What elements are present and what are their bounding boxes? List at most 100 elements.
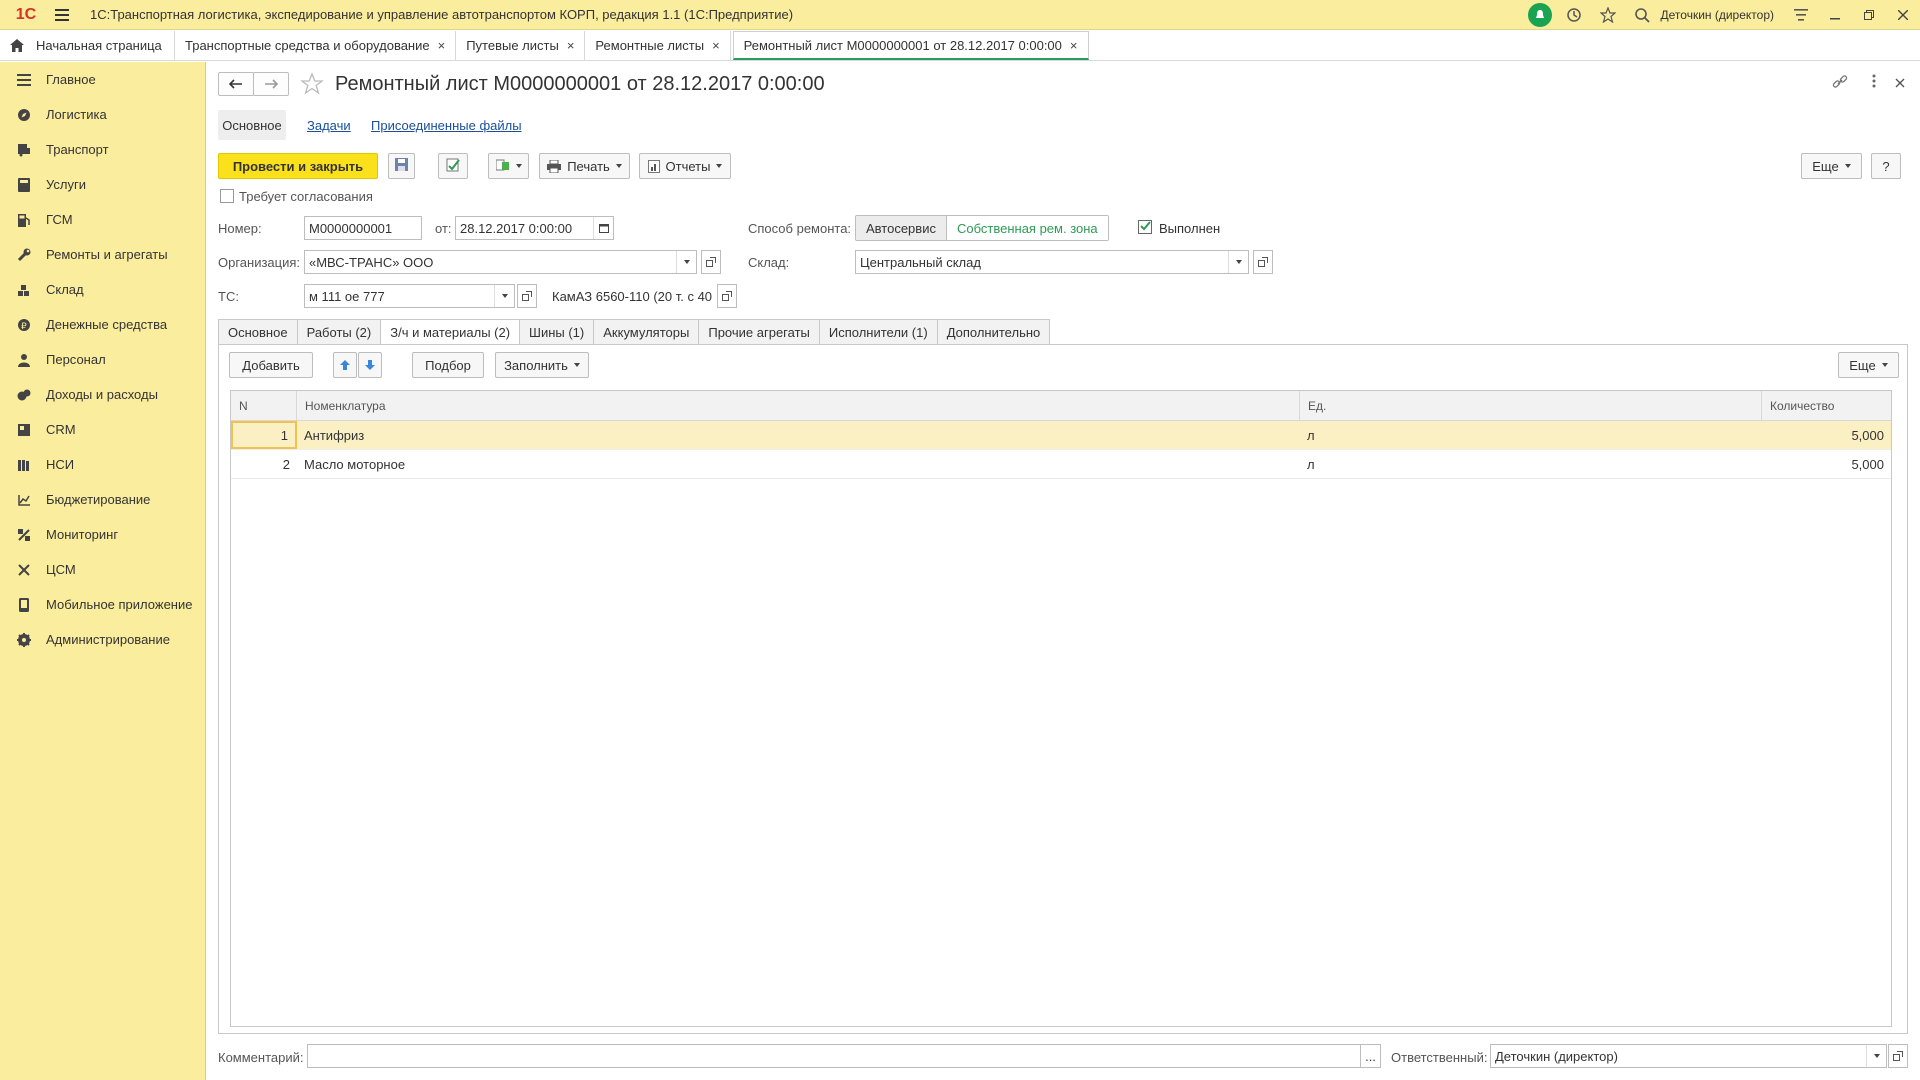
- column-header-quantity[interactable]: Количество: [1762, 391, 1891, 420]
- settings-list-icon[interactable]: [1784, 0, 1818, 30]
- forward-button[interactable]: [253, 72, 289, 96]
- close-window-icon[interactable]: [1886, 0, 1920, 30]
- column-header-unit[interactable]: Ед.: [1300, 391, 1762, 420]
- page-tab-executors[interactable]: Исполнители (1): [819, 319, 938, 345]
- page-tab-batteries[interactable]: Аккумуляторы: [594, 319, 700, 345]
- sidebar-item-mobile-app[interactable]: Мобильное приложение: [0, 587, 205, 622]
- user-name[interactable]: Деточкин (директор): [1661, 8, 1774, 22]
- tab-home[interactable]: Начальная страница: [0, 31, 175, 60]
- tab-repair-sheets[interactable]: Ремонтные листы ×: [585, 31, 731, 60]
- tab-vehicles[interactable]: Транспортные средства и оборудование ×: [175, 31, 457, 60]
- sidebar-item-administration[interactable]: Администрирование: [0, 622, 205, 657]
- open-vehicle-model-icon[interactable]: [717, 284, 737, 308]
- open-vehicle-icon[interactable]: [517, 284, 537, 308]
- pick-button[interactable]: Подбор: [412, 352, 484, 378]
- close-tab-icon[interactable]: ×: [567, 38, 575, 53]
- page-tab-tires[interactable]: Шины (1): [520, 319, 595, 345]
- subtab-main[interactable]: Основное: [218, 110, 286, 140]
- row-nomenclature[interactable]: Антифриз: [297, 421, 1300, 449]
- chevron-down-icon[interactable]: [1228, 251, 1248, 273]
- chevron-down-icon[interactable]: [494, 285, 514, 307]
- sidebar-item-personnel[interactable]: Персонал: [0, 342, 205, 377]
- page-tab-parts-materials[interactable]: З/ч и материалы (2): [381, 319, 521, 345]
- column-header-n[interactable]: N: [231, 391, 297, 420]
- row-quantity[interactable]: 5,000: [1762, 421, 1891, 449]
- create-based-on-button[interactable]: [488, 153, 529, 179]
- sidebar-item-csm[interactable]: ЦСМ: [0, 552, 205, 587]
- reports-button[interactable]: Отчеты: [639, 153, 731, 179]
- more-button[interactable]: Еще: [1801, 153, 1862, 179]
- minimize-icon[interactable]: [1818, 0, 1852, 30]
- print-button[interactable]: Печать: [539, 153, 630, 179]
- search-icon[interactable]: [1625, 0, 1659, 30]
- row-unit[interactable]: л: [1300, 450, 1762, 478]
- open-responsible-icon[interactable]: [1888, 1044, 1908, 1068]
- open-organization-icon[interactable]: [701, 250, 721, 274]
- sidebar-item-logistics[interactable]: Логистика: [0, 97, 205, 132]
- restore-icon[interactable]: [1852, 0, 1886, 30]
- repair-method-switch[interactable]: Автосервис Собственная рем. зона: [855, 215, 1109, 241]
- sidebar-item-budgeting[interactable]: Бюджетирование: [0, 482, 205, 517]
- sidebar-item-services[interactable]: Услуги: [0, 167, 205, 202]
- sidebar-item-crm[interactable]: CRM: [0, 412, 205, 447]
- row-number[interactable]: 1: [231, 421, 297, 449]
- chevron-down-icon[interactable]: [676, 251, 696, 273]
- post-and-close-button[interactable]: Провести и закрыть: [218, 153, 378, 179]
- sidebar-item-monitoring[interactable]: Мониторинг: [0, 517, 205, 552]
- comment-field[interactable]: [307, 1044, 1369, 1068]
- sidebar-item-warehouse[interactable]: Склад: [0, 272, 205, 307]
- table-row[interactable]: 2 Масло моторное л 5,000: [231, 450, 1891, 479]
- calendar-icon[interactable]: [593, 217, 613, 239]
- add-row-button[interactable]: Добавить: [229, 352, 313, 378]
- organization-field[interactable]: «МВС-ТРАНС» ООО: [304, 250, 697, 274]
- sidebar-item-nsi[interactable]: НСИ: [0, 447, 205, 482]
- table-more-button[interactable]: Еще: [1838, 352, 1899, 378]
- close-tab-icon[interactable]: ×: [1070, 38, 1078, 53]
- done-checkbox[interactable]: [1138, 220, 1152, 234]
- row-quantity[interactable]: 5,000: [1762, 450, 1891, 478]
- tab-waybills[interactable]: Путевые листы ×: [456, 31, 586, 60]
- sidebar-item-transport[interactable]: Транспорт: [0, 132, 205, 167]
- move-up-button[interactable]: [333, 352, 357, 378]
- favorites-star-icon[interactable]: [1591, 0, 1625, 30]
- back-button[interactable]: [218, 72, 254, 96]
- repair-method-own-zone[interactable]: Собственная рем. зона: [946, 216, 1108, 240]
- sidebar-item-repairs[interactable]: Ремонты и агрегаты: [0, 237, 205, 272]
- sidebar-item-money[interactable]: ₽ Денежные средства: [0, 307, 205, 342]
- tab-repair-sheet-doc[interactable]: Ремонтный лист М0000000001 от 28.12.2017…: [732, 31, 1089, 60]
- sidebar-item-main[interactable]: Главное: [0, 62, 205, 97]
- number-field[interactable]: М0000000001: [304, 216, 422, 240]
- date-field[interactable]: 28.12.2017 0:00:00: [455, 216, 614, 240]
- sidebar-item-income-expenses[interactable]: Доходы и расходы: [0, 377, 205, 412]
- requires-approval-checkbox[interactable]: [220, 189, 234, 203]
- help-button[interactable]: ?: [1871, 153, 1901, 179]
- post-button[interactable]: [438, 153, 468, 179]
- favorite-star-icon[interactable]: [300, 72, 324, 99]
- repair-method-autoservice[interactable]: Автосервис: [856, 216, 947, 240]
- close-tab-icon[interactable]: ×: [438, 38, 446, 53]
- row-nomenclature[interactable]: Масло моторное: [297, 450, 1300, 478]
- table-row[interactable]: 1 Антифриз л 5,000: [231, 421, 1891, 450]
- save-button[interactable]: [388, 153, 415, 179]
- chevron-down-icon[interactable]: [1866, 1045, 1886, 1067]
- more-actions-icon[interactable]: [1872, 74, 1876, 91]
- history-icon[interactable]: [1557, 0, 1591, 30]
- open-warehouse-icon[interactable]: [1253, 250, 1273, 274]
- page-tab-other-units[interactable]: Прочие агрегаты: [699, 319, 820, 345]
- comment-expand-button[interactable]: ...: [1360, 1044, 1381, 1068]
- close-tab-icon[interactable]: ×: [712, 38, 720, 53]
- page-tab-works[interactable]: Работы (2): [297, 319, 382, 345]
- link-icon[interactable]: [1832, 74, 1848, 93]
- close-form-icon[interactable]: [1895, 76, 1905, 91]
- warehouse-field[interactable]: Центральный склад: [855, 250, 1249, 274]
- vehicle-field[interactable]: м 111 ое 777: [304, 284, 515, 308]
- sidebar-item-fuel[interactable]: ГСМ: [0, 202, 205, 237]
- row-number[interactable]: 2: [231, 450, 297, 478]
- responsible-field[interactable]: Деточкин (директор): [1490, 1044, 1887, 1068]
- notifications-icon[interactable]: [1523, 0, 1557, 30]
- page-tab-additional[interactable]: Дополнительно: [937, 319, 1051, 345]
- page-tab-main[interactable]: Основное: [218, 319, 298, 345]
- subtab-tasks[interactable]: Задачи: [307, 110, 351, 140]
- main-menu-icon[interactable]: [48, 0, 76, 30]
- subtab-attached-files[interactable]: Присоединенные файлы: [371, 110, 522, 140]
